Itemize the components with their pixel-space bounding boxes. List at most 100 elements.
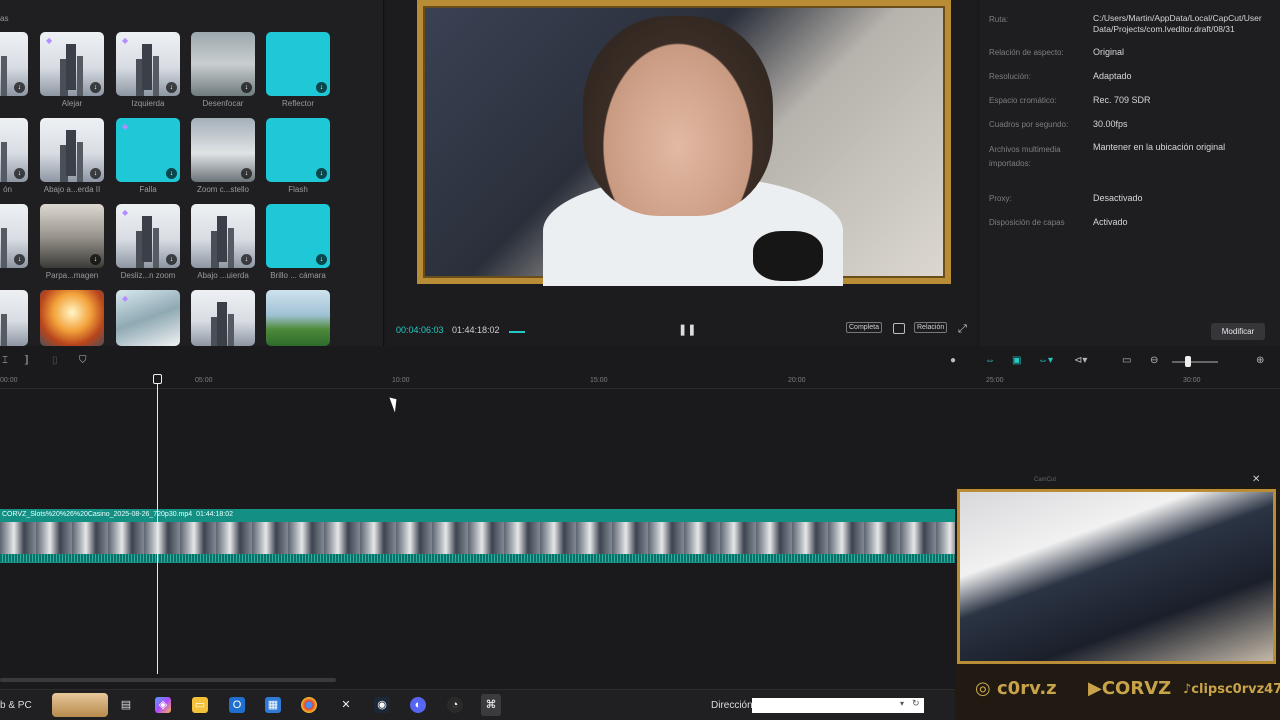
effect-deslizamiento-zoom[interactable]: ◆ ↓ [116, 204, 180, 268]
path-label: Ruta: [989, 15, 1009, 24]
download-icon[interactable]: ↓ [316, 254, 327, 265]
trim-icon[interactable]: ⟧ [24, 355, 29, 366]
fps-label: Cuadros por segundo: [989, 120, 1069, 129]
capcut-x-icon[interactable]: ✕ [338, 697, 354, 713]
effect-thumb[interactable]: ↓ [0, 32, 28, 96]
time-ruler[interactable] [0, 388, 1280, 389]
store-icon[interactable]: ▦ [265, 697, 281, 713]
effect-zoom-castello[interactable]: ↓ [191, 118, 255, 182]
youtube-text: CORVZ [1101, 678, 1172, 699]
layer-layout-label: Disposición de capas [989, 218, 1065, 227]
total-time: 01:44:18:02 [452, 325, 500, 335]
effect-thumb[interactable] [0, 290, 28, 346]
ruler-label: 10:00 [392, 377, 410, 384]
full-quality-button[interactable]: Completa [846, 322, 882, 333]
address-input[interactable] [752, 698, 924, 713]
effect-label: ón [3, 185, 12, 194]
caption-icon[interactable]: ▭ [1122, 355, 1131, 366]
effect-label: Izquierda [131, 99, 165, 108]
playhead-handle[interactable] [153, 374, 162, 384]
chrome-icon[interactable] [301, 697, 317, 713]
effect-label: Falla [139, 185, 157, 194]
resolution-label: Resolución: [989, 72, 1031, 81]
close-icon[interactable]: ✕ [1252, 474, 1260, 485]
tiktok-text: clipsc0rvz476 [1191, 682, 1280, 697]
effect-flash[interactable]: ↓ [266, 118, 330, 182]
task-view-icon[interactable]: ▤ [118, 697, 134, 713]
zoom-out-icon[interactable]: ⊖ [1150, 355, 1158, 366]
download-icon[interactable]: ↓ [166, 254, 177, 265]
download-icon[interactable]: ↓ [14, 254, 25, 265]
resolution-value: Adaptado [1093, 71, 1132, 81]
magnet-icon[interactable]: ▣ [1012, 355, 1021, 366]
effect-label: Flash [288, 185, 308, 194]
chevron-down-icon[interactable]: ▾ [900, 699, 904, 708]
download-icon[interactable]: ↓ [316, 168, 327, 179]
effect-parpadeo-imagen[interactable]: ↓ [40, 204, 104, 268]
split-icon[interactable]: ⌶ [2, 355, 8, 366]
effect-izquierda[interactable]: ◆ ↓ [116, 32, 180, 96]
download-icon[interactable]: ↓ [166, 168, 177, 179]
proxy-value: Desactivado [1093, 193, 1143, 203]
refresh-icon[interactable]: ↻ [912, 698, 920, 709]
effect-thumb[interactable] [191, 290, 255, 346]
effect-desenfocar[interactable]: ↓ [191, 32, 255, 96]
discord-icon[interactable]: ◐ [410, 697, 426, 713]
clip-audio-waveform [0, 554, 955, 562]
effect-alejar[interactable]: ◆ ↓ [40, 32, 104, 96]
ruler-label: 20:00 [788, 377, 806, 384]
delete-icon[interactable]: ▯ [52, 355, 58, 366]
download-icon[interactable]: ↓ [241, 254, 252, 265]
download-icon[interactable]: ↓ [14, 82, 25, 93]
effect-reflector[interactable]: ↓ [266, 32, 330, 96]
clip-label: CORVZ_Slots%20%26%20Casino_2025-08-26_72… [2, 511, 233, 518]
capcut-icon[interactable]: ⌘ [481, 694, 501, 716]
download-icon[interactable]: ↓ [14, 168, 25, 179]
effect-label: Abajo a...erda II [43, 185, 101, 194]
download-icon[interactable]: ↓ [166, 82, 177, 93]
fullscreen-icon[interactable]: ⤢ [958, 323, 967, 336]
current-time: 00:04:06:03 [396, 325, 444, 335]
effect-abajo-izquierda[interactable]: ↓ [191, 204, 255, 268]
microphone-icon[interactable]: ● [950, 355, 956, 366]
playhead[interactable] [157, 376, 158, 674]
effect-thumb[interactable] [266, 290, 330, 346]
effect-brillo-camara[interactable]: ↓ [266, 204, 330, 268]
effect-thumb[interactable]: ↓ [0, 118, 28, 182]
file-explorer-icon[interactable]: ▭ [192, 697, 208, 713]
pause-button[interactable]: ❚❚ [678, 323, 696, 336]
modify-button[interactable]: Modificar [1211, 323, 1265, 340]
ruler-label: 15:00 [590, 377, 608, 384]
outlook-icon[interactable]: O [229, 697, 245, 713]
zoom-in-icon[interactable]: ⊕ [1256, 355, 1264, 366]
effect-thumb[interactable]: ↓ [0, 204, 28, 268]
download-icon[interactable]: ↓ [241, 82, 252, 93]
premium-gem-icon: ◆ [122, 208, 129, 217]
effect-thumb[interactable]: ◆ [116, 290, 180, 346]
download-icon[interactable]: ↓ [316, 82, 327, 93]
effect-abajo-izquierda-2[interactable]: ↓ [40, 118, 104, 182]
effect-falla[interactable]: ◆ ↓ [116, 118, 180, 182]
obs-icon[interactable]: ◔ [447, 697, 463, 713]
download-icon[interactable]: ↓ [90, 82, 101, 93]
split-audio-icon[interactable]: ⊲▾ [1074, 355, 1087, 366]
video-preview[interactable] [417, 0, 951, 286]
preview-axis-icon[interactable]: ⇔▾ [1038, 355, 1053, 366]
download-icon[interactable]: ↓ [241, 168, 252, 179]
premium-gem-icon: ◆ [122, 36, 129, 45]
zoom-slider[interactable] [1172, 361, 1218, 363]
weather-widget[interactable] [52, 693, 108, 717]
effect-thumb[interactable] [40, 290, 104, 346]
copilot-icon[interactable]: ◈ [155, 697, 171, 713]
aspect-ratio-button[interactable]: Relación [914, 322, 948, 333]
download-icon[interactable]: ↓ [90, 254, 101, 265]
fit-screen-icon[interactable] [893, 323, 905, 334]
ruler-label: 25:00 [986, 377, 1004, 384]
effect-label: Abajo ...uierda [197, 271, 249, 280]
shield-icon[interactable]: ⛉ [79, 355, 87, 366]
link-clips-icon[interactable]: ⇔ [985, 355, 995, 366]
zoom-slider-handle[interactable] [1185, 356, 1191, 367]
download-icon[interactable]: ↓ [90, 168, 101, 179]
steam-icon[interactable]: ◉ [374, 697, 390, 713]
timeline-scrollbar[interactable] [0, 678, 336, 682]
